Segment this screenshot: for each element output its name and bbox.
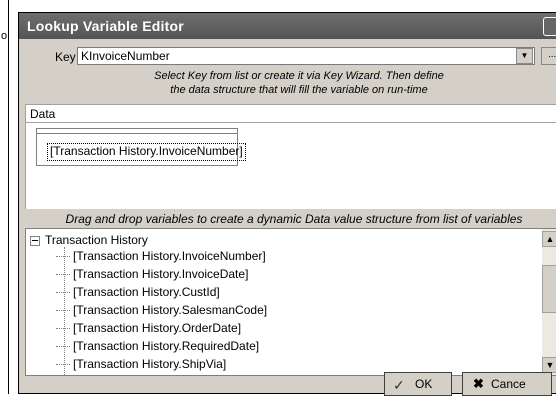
- key-hint-line-1: Select Key from list or create it via Ke…: [154, 70, 444, 82]
- scroll-up-icon[interactable]: ▲: [542, 231, 556, 247]
- tree-item[interactable]: [Transaction History.InvoiceDate]: [56, 267, 248, 281]
- scroll-down-icon[interactable]: ▼: [542, 357, 556, 373]
- key-value: KInvoiceNumber: [81, 49, 170, 63]
- lookup-variable-editor-dialog: Lookup Variable Editor Key KInvoiceNumbe…: [18, 12, 556, 394]
- data-structure-box[interactable]: [Transaction History.InvoiceNumber]: [36, 128, 246, 166]
- key-wizard-button[interactable]: ...: [541, 47, 556, 65]
- key-hint-line-2: the data structure that will fill the va…: [170, 84, 428, 96]
- data-label: Data: [30, 107, 56, 121]
- key-combobox[interactable]: KInvoiceNumber: [77, 47, 535, 65]
- background-window-edge: o: [0, 0, 9, 394]
- data-drop-area[interactable]: [Transaction History.InvoiceNumber]: [25, 123, 556, 209]
- tree-item[interactable]: [Transaction History.CustId]: [56, 285, 220, 299]
- tree-item[interactable]: [Transaction History.ShipVia]: [56, 357, 226, 371]
- data-variable-token[interactable]: [Transaction History.InvoiceNumber]: [47, 143, 246, 161]
- close-button[interactable]: [543, 17, 556, 36]
- data-box-divider: [37, 129, 237, 134]
- tree-item[interactable]: [Transaction History.OrderDate]: [56, 321, 241, 335]
- tree-scrollbar[interactable]: ▲ ▼: [542, 229, 556, 375]
- data-section-header: Data: [25, 104, 556, 123]
- ok-label: OK: [415, 377, 433, 391]
- background-text: o: [1, 30, 8, 42]
- variables-tree[interactable]: Transaction History [Transaction History…: [25, 228, 556, 376]
- dialog-title: Lookup Variable Editor: [27, 18, 184, 34]
- cancel-label: Cance: [491, 377, 526, 391]
- cancel-button[interactable]: ✖ Cance: [462, 372, 552, 396]
- tree-root-label: Transaction History: [45, 233, 148, 247]
- cancel-x-icon: ✖: [473, 376, 484, 391]
- key-row: Key KInvoiceNumber ▼ ...: [19, 46, 556, 68]
- tree-root-node[interactable]: Transaction History: [30, 233, 148, 247]
- drag-hint: Drag and drop variables to create a dyna…: [65, 212, 523, 226]
- checkmark-icon: ✓: [393, 377, 405, 393]
- tree-item[interactable]: [Transaction History.RequiredDate]: [56, 339, 259, 353]
- chevron-down-icon[interactable]: ▼: [516, 48, 533, 64]
- ok-button[interactable]: ✓ OK: [384, 372, 452, 396]
- tree-item[interactable]: [Transaction History.SalesmanCode]: [56, 303, 267, 317]
- scroll-thumb[interactable]: [542, 265, 556, 313]
- title-bar[interactable]: Lookup Variable Editor: [19, 13, 556, 39]
- collapse-icon[interactable]: [30, 235, 40, 246]
- tree-item[interactable]: [Transaction History.InvoiceNumber]: [56, 249, 266, 263]
- key-label: Key: [55, 50, 76, 64]
